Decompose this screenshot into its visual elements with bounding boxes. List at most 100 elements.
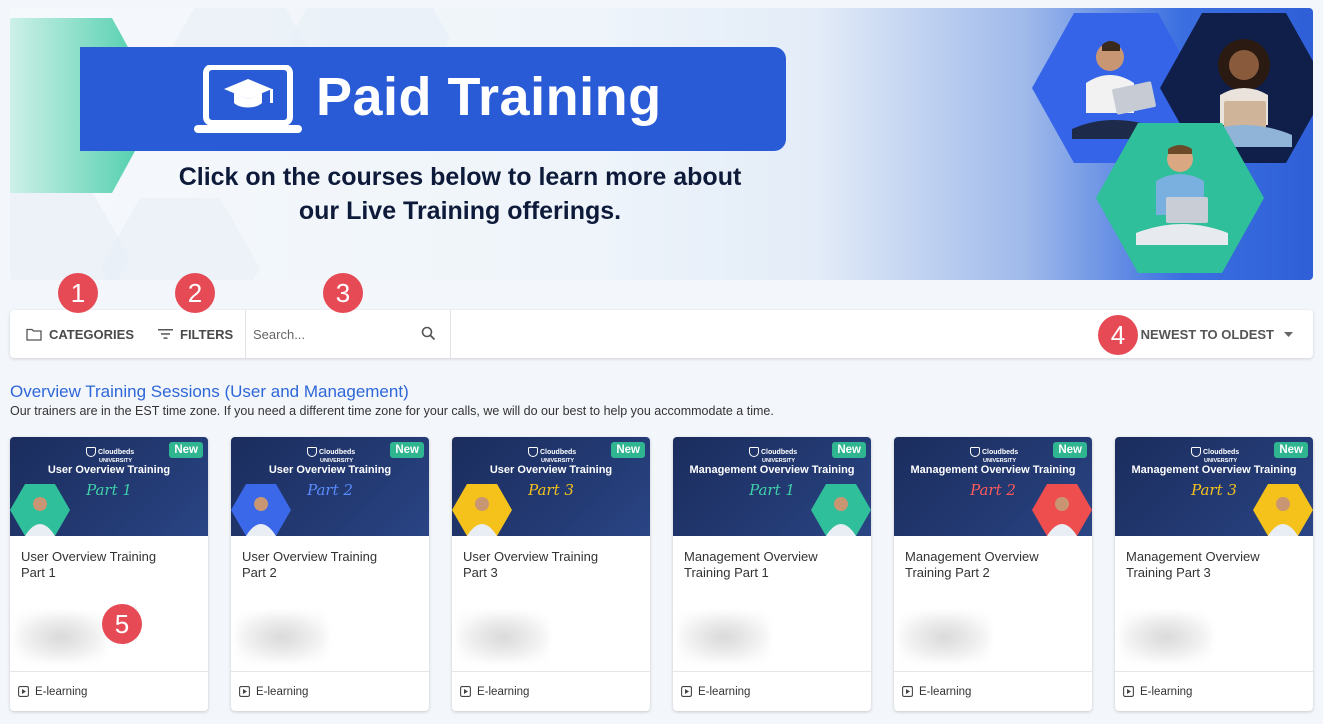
course-type: E-learning <box>452 671 650 711</box>
cloudbeds-university-logo: Cloudbeds UNIVERSITY <box>307 447 355 465</box>
thumbnail-title: Management Overview Training <box>1131 464 1297 476</box>
sort-label: NEWEST TO OLDEST <box>1140 326 1274 342</box>
thumbnail-title: User Overview Training <box>268 464 392 476</box>
shield-icon <box>307 447 317 457</box>
laptop-graduation-icon <box>194 65 302 133</box>
cloudbeds-university-logo: Cloudbeds UNIVERSITY <box>528 447 576 465</box>
course-card[interactable]: Cloudbeds UNIVERSITY User Overview Train… <box>231 437 429 711</box>
cloudbeds-university-logo: Cloudbeds UNIVERSITY <box>970 447 1018 465</box>
course-thumbnail: Cloudbeds UNIVERSITY Management Overview… <box>673 437 871 536</box>
course-title[interactable]: Management Overview Training Part 3 <box>1126 549 1302 581</box>
thumbnail-title: User Overview Training <box>489 464 613 476</box>
search-input[interactable] <box>246 310 406 358</box>
course-title-line: User Overview Training <box>21 549 157 564</box>
trainee-photo <box>246 497 276 536</box>
course-type-label: E-learning <box>256 685 309 698</box>
trainee-photo <box>1047 497 1077 536</box>
course-type-label: E-learning <box>1140 685 1193 698</box>
filters-button[interactable]: FILTERS <box>158 310 233 358</box>
course-card[interactable]: Cloudbeds UNIVERSITY Management Overview… <box>673 437 871 711</box>
trainee-photo <box>467 497 497 536</box>
course-title-line: Part 3 <box>463 565 498 580</box>
course-title[interactable]: Management Overview Training Part 1 <box>684 549 860 581</box>
course-card[interactable]: Cloudbeds UNIVERSITY Management Overview… <box>894 437 1092 711</box>
course-type-label: E-learning <box>698 685 751 698</box>
new-badge: New <box>390 442 424 458</box>
course-title[interactable]: User Overview Training Part 2 <box>242 549 418 581</box>
course-thumbnail: Cloudbeds UNIVERSITY User Overview Train… <box>231 437 429 536</box>
course-title-line: Training Part 1 <box>684 565 769 580</box>
caret-down-icon <box>1284 331 1293 337</box>
logo-brand: Cloudbeds <box>982 448 1019 456</box>
sort-dropdown[interactable]: NEWEST TO OLDEST <box>1141 310 1293 358</box>
cloudbeds-university-logo: Cloudbeds UNIVERSITY <box>86 447 134 465</box>
new-badge: New <box>169 442 203 458</box>
course-title-line: User Overview Training <box>463 549 599 564</box>
banner-subtitle-line: our Live Training offerings. <box>298 197 622 225</box>
course-title-line: Training Part 2 <box>905 565 990 580</box>
course-thumbnail: Cloudbeds UNIVERSITY User Overview Train… <box>452 437 650 536</box>
trainee-photo <box>1268 497 1298 536</box>
course-thumbnail: Cloudbeds UNIVERSITY Management Overview… <box>894 437 1092 536</box>
section-title[interactable]: Overview Training Sessions (User and Man… <box>10 382 409 402</box>
play-video-icon <box>460 686 471 697</box>
new-badge: New <box>1053 442 1087 458</box>
course-type-label: E-learning <box>477 685 530 698</box>
filters-label: FILTERS <box>180 326 234 342</box>
course-type-label: E-learning <box>35 685 88 698</box>
course-title-line: Part 1 <box>21 565 56 580</box>
annotation-badge: 3 <box>323 273 363 313</box>
course-type: E-learning <box>894 671 1092 711</box>
filter-icon <box>158 329 173 339</box>
thumbnail-title: Management Overview Training <box>689 464 855 476</box>
play-video-icon <box>18 686 29 697</box>
course-type: E-learning <box>673 671 871 711</box>
course-card[interactable]: Cloudbeds UNIVERSITY Management Overview… <box>1115 437 1313 711</box>
banner-title: Paid Training <box>316 67 662 127</box>
course-card[interactable]: Cloudbeds UNIVERSITY User Overview Train… <box>452 437 650 711</box>
shield-icon <box>86 447 96 457</box>
blurred-content <box>679 612 769 662</box>
new-badge: New <box>832 442 866 458</box>
annotation-badge: 4 <box>1098 315 1138 355</box>
play-video-icon <box>902 686 913 697</box>
course-title-line: Training Part 3 <box>1126 565 1211 580</box>
annotation-badge: 1 <box>58 273 98 313</box>
section-description: Our trainers are in the EST time zone. I… <box>10 404 774 418</box>
blurred-content <box>900 612 990 662</box>
course-title-line: User Overview Training <box>242 549 378 564</box>
trainee-photo <box>826 497 856 536</box>
categories-button[interactable]: CATEGORIES <box>26 310 134 358</box>
divider <box>450 310 451 358</box>
thumbnail-title: User Overview Training <box>47 464 171 476</box>
course-thumbnail: Cloudbeds UNIVERSITY User Overview Train… <box>10 437 208 536</box>
logo-brand: Cloudbeds <box>98 448 135 456</box>
banner-subtitle-line: Click on the courses below to learn more… <box>178 163 742 191</box>
search-icon[interactable] <box>421 326 436 341</box>
course-title[interactable]: User Overview Training Part 1 <box>21 549 197 581</box>
course-type: E-learning <box>231 671 429 711</box>
trainee-photo <box>25 497 55 536</box>
course-title-line: Part 2 <box>242 565 277 580</box>
course-title-line: Management Overview <box>1126 549 1260 564</box>
cloudbeds-university-logo: Cloudbeds UNIVERSITY <box>1191 447 1239 465</box>
logo-brand: Cloudbeds <box>540 448 577 456</box>
annotation-badge: 2 <box>175 273 215 313</box>
course-title[interactable]: Management Overview Training Part 2 <box>905 549 1081 581</box>
thumbnail-title: Management Overview Training <box>910 464 1076 476</box>
shield-icon <box>1191 447 1201 457</box>
play-video-icon <box>1123 686 1134 697</box>
blurred-content <box>1121 612 1211 662</box>
new-badge: New <box>611 442 645 458</box>
play-video-icon <box>681 686 692 697</box>
categories-label: CATEGORIES <box>49 326 134 342</box>
new-badge: New <box>1274 442 1308 458</box>
shield-icon <box>970 447 980 457</box>
course-title[interactable]: User Overview Training Part 3 <box>463 549 639 581</box>
shield-icon <box>749 447 759 457</box>
course-type: E-learning <box>10 671 208 711</box>
course-card[interactable]: Cloudbeds UNIVERSITY User Overview Train… <box>10 437 208 711</box>
blurred-content <box>458 612 548 662</box>
course-title-line: Management Overview <box>905 549 1039 564</box>
banner-subtitle: Click on the courses below to learn more… <box>130 160 790 228</box>
